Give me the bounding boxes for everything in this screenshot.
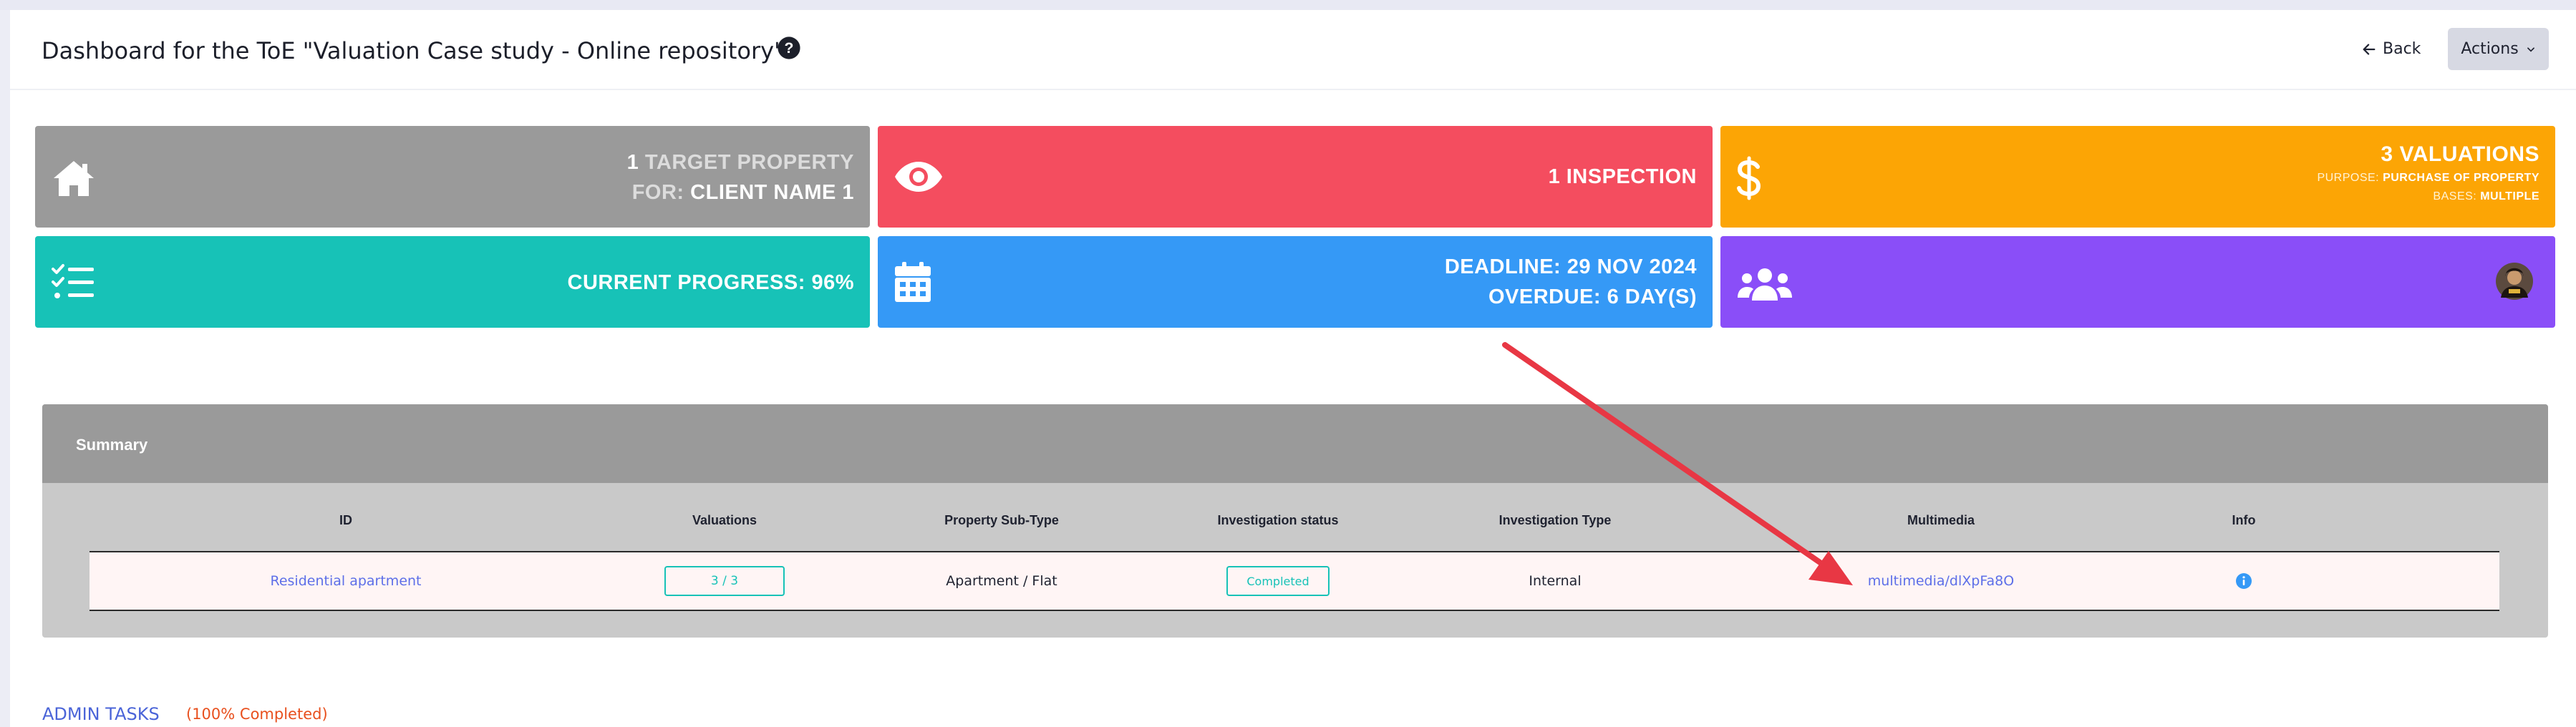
column-header-info: Info — [2232, 513, 2256, 527]
svg-text:?: ? — [785, 39, 794, 57]
arrow-left-icon — [2363, 43, 2376, 55]
checklist-icon — [52, 264, 94, 298]
table-row[interactable]: Residential apartment 3 / 3 Apartment / … — [89, 551, 2499, 611]
client-prefix: FOR: — [631, 181, 684, 204]
admin-tasks-completion: (100% Completed) — [186, 706, 328, 723]
valuations-card-text: 3 VALUATIONS PURPOSE: PURCHASE OF PROPER… — [2317, 140, 2539, 206]
multimedia-link[interactable]: multimedia/dlXpFa8O — [1868, 552, 2014, 610]
valuations-count-badge[interactable]: 3 / 3 — [664, 566, 785, 596]
progress-card[interactable]: CURRENT PROGRESS: 96% — [35, 236, 870, 328]
valuations-count: 3 VALUATIONS — [2381, 142, 2539, 166]
bases-value: MULTIPLE — [2480, 190, 2539, 203]
inspection-text: 1 INSPECTION — [1548, 165, 1697, 188]
actions-label: Actions — [2461, 40, 2519, 58]
deadline-text: DEADLINE: 29 NOV 2024 OVERDUE: 6 DAY(S) — [1445, 252, 1697, 312]
home-icon — [54, 161, 94, 196]
bases-prefix: BASES: — [2433, 190, 2477, 203]
actions-button[interactable]: Actions — [2448, 28, 2549, 70]
summary-header: Summary — [42, 404, 2548, 483]
purpose-prefix: PURPOSE: — [2317, 172, 2380, 184]
deadline-card[interactable]: DEADLINE: 29 NOV 2024 OVERDUE: 6 DAY(S) — [878, 236, 1713, 328]
team-card[interactable] — [1720, 236, 2555, 328]
valuations-card[interactable]: 3 VALUATIONS PURPOSE: PURCHASE OF PROPER… — [1720, 126, 2555, 228]
column-header-valuations: Valuations — [692, 513, 757, 527]
property-label: TARGET PROPERTY — [644, 151, 854, 174]
investigation-type: Internal — [1529, 573, 1582, 589]
dollar-icon — [1737, 156, 1761, 200]
chevron-down-icon — [2527, 47, 2534, 52]
column-header-multimedia: Multimedia — [1907, 513, 1975, 527]
column-header-property-sub-type: Property Sub-Type — [944, 513, 1059, 527]
back-label: Back — [2383, 40, 2421, 58]
top-strip — [0, 0, 2576, 10]
property-sub-type: Apartment / Flat — [946, 573, 1057, 589]
info-circle-icon[interactable] — [2235, 572, 2252, 590]
overdue-days: OVERDUE: 6 DAY(S) — [1488, 286, 1697, 308]
avatar[interactable] — [2495, 262, 2534, 301]
inspection-card[interactable]: 1 INSPECTION — [878, 126, 1713, 228]
admin-tasks-link[interactable]: ADMIN TASKS — [42, 704, 160, 724]
back-button[interactable]: Back — [2361, 40, 2421, 58]
deadline-date: DEADLINE: 29 NOV 2024 — [1444, 255, 1697, 278]
summary-title: Summary — [76, 436, 148, 454]
client-name: CLIENT NAME 1 — [690, 181, 854, 204]
page-title: Dashboard for the ToE "Valuation Case st… — [42, 37, 785, 64]
property-card-text: 1 TARGET PROPERTY FOR: CLIENT NAME 1 — [627, 147, 854, 208]
property-count: 1 — [626, 151, 639, 174]
progress-text: CURRENT PROGRESS: 96% — [567, 271, 854, 294]
users-icon — [1738, 268, 1792, 301]
summary-panel: Summary ID Valuations Property Sub-Type … — [42, 404, 2548, 638]
property-id-link[interactable]: Residential apartment — [271, 552, 422, 610]
column-header-id: ID — [339, 513, 352, 527]
investigation-status-badge: Completed — [1226, 566, 1330, 596]
dashboard-page: Dashboard for the ToE "Valuation Case st… — [10, 10, 2576, 727]
page-header: Dashboard for the ToE "Valuation Case st… — [10, 10, 2576, 90]
column-header-investigation-type: Investigation Type — [1498, 513, 1612, 527]
eye-icon — [895, 162, 942, 192]
target-property-card[interactable]: 1 TARGET PROPERTY FOR: CLIENT NAME 1 — [35, 126, 870, 228]
question-circle-icon[interactable]: ? — [777, 36, 801, 60]
purpose-value: PURCHASE OF PROPERTY — [2383, 172, 2539, 184]
calendar-icon — [895, 262, 931, 302]
column-header-investigation-status: Investigation status — [1217, 513, 1339, 527]
